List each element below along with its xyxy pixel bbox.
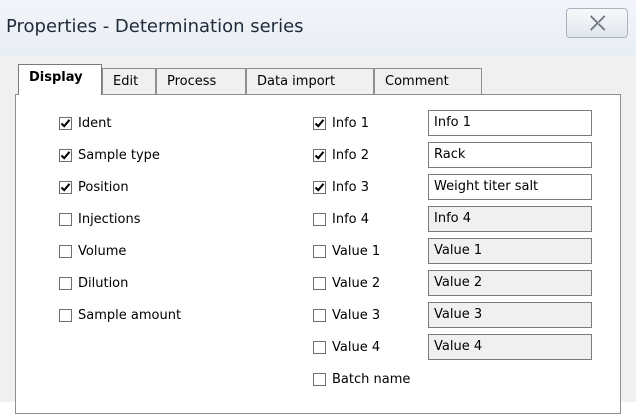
option-injections[interactable]: Injections	[59, 209, 141, 229]
option-label: Info 2	[332, 147, 370, 163]
display-panel: Ident Sample type Position Injections Volume…	[15, 94, 621, 414]
injections-checkbox[interactable]	[59, 212, 72, 226]
checkmark-icon	[314, 182, 325, 192]
value-3-checkbox[interactable]	[313, 308, 326, 322]
option-label: Info 3	[332, 179, 370, 195]
checkmark-icon	[314, 150, 325, 160]
tab-process[interactable]: Process	[156, 68, 246, 94]
checkmark-icon	[60, 118, 71, 128]
option-label: Value 2	[332, 275, 381, 291]
option-label: Ident	[78, 115, 112, 131]
option-label: Info 4	[332, 211, 370, 227]
value-1-field[interactable]: Value 1	[428, 238, 592, 264]
tab-comment[interactable]: Comment	[374, 68, 482, 94]
info-2-field[interactable]: Rack	[428, 142, 592, 168]
option-info-2[interactable]: Info 2	[313, 145, 369, 165]
dilution-checkbox[interactable]	[59, 276, 72, 290]
value-4-checkbox[interactable]	[313, 340, 326, 354]
sample-type-checkbox[interactable]	[59, 148, 72, 162]
option-label: Sample amount	[78, 307, 182, 323]
option-sample-amount[interactable]: Sample amount	[59, 305, 181, 325]
value-2-checkbox[interactable]	[313, 276, 326, 290]
option-label: Batch name	[332, 371, 411, 387]
option-info-4[interactable]: Info 4	[313, 209, 369, 229]
option-dilution[interactable]: Dilution	[59, 273, 128, 293]
window-title: Properties - Determination series	[6, 16, 304, 37]
close-button[interactable]	[566, 8, 628, 38]
info-1-field[interactable]: Info 1	[428, 110, 592, 136]
option-label: Value 1	[332, 243, 381, 259]
option-ident[interactable]: Ident	[59, 113, 111, 133]
value-2-field[interactable]: Value 2	[428, 270, 592, 296]
info-3-checkbox[interactable]	[313, 180, 326, 194]
position-checkbox[interactable]	[59, 180, 72, 194]
tab-data-import[interactable]: Data import	[246, 68, 374, 94]
info-4-checkbox[interactable]	[313, 212, 326, 226]
option-value-1[interactable]: Value 1	[313, 241, 380, 261]
checkmark-icon	[60, 150, 71, 160]
value-1-checkbox[interactable]	[313, 244, 326, 258]
value-4-field[interactable]: Value 4	[428, 334, 592, 360]
title-bar: Properties - Determination series	[0, 0, 636, 56]
tab-display[interactable]: Display	[18, 64, 102, 95]
sample-amount-checkbox[interactable]	[59, 308, 72, 322]
batch-name-checkbox[interactable]	[313, 372, 326, 386]
option-info-3[interactable]: Info 3	[313, 177, 369, 197]
option-label: Value 4	[332, 339, 381, 355]
option-value-2[interactable]: Value 2	[313, 273, 380, 293]
option-label: Position	[78, 179, 129, 195]
option-value-4[interactable]: Value 4	[313, 337, 380, 357]
info-4-field[interactable]: Info 4	[428, 206, 592, 232]
option-label: Sample type	[78, 147, 160, 163]
checkmark-icon	[60, 182, 71, 192]
dialog-body: Display Edit Process Data import Comment…	[0, 56, 636, 414]
ident-checkbox[interactable]	[59, 116, 72, 130]
checkmark-icon	[314, 118, 325, 128]
close-icon	[590, 15, 607, 31]
option-label: Value 3	[332, 307, 381, 323]
option-label: Injections	[78, 211, 141, 227]
option-batch-name[interactable]: Batch name	[313, 369, 410, 389]
option-label: Volume	[78, 243, 127, 259]
info-2-checkbox[interactable]	[313, 148, 326, 162]
option-info-1[interactable]: Info 1	[313, 113, 369, 133]
option-label: Dilution	[78, 275, 129, 291]
option-sample-type[interactable]: Sample type	[59, 145, 160, 165]
option-position[interactable]: Position	[59, 177, 129, 197]
option-label: Info 1	[332, 115, 370, 131]
option-value-3[interactable]: Value 3	[313, 305, 380, 325]
volume-checkbox[interactable]	[59, 244, 72, 258]
tab-edit[interactable]: Edit	[102, 68, 156, 94]
info-3-field[interactable]: Weight titer salt	[428, 174, 592, 200]
option-volume[interactable]: Volume	[59, 241, 126, 261]
value-3-field[interactable]: Value 3	[428, 302, 592, 328]
info-1-checkbox[interactable]	[313, 116, 326, 130]
